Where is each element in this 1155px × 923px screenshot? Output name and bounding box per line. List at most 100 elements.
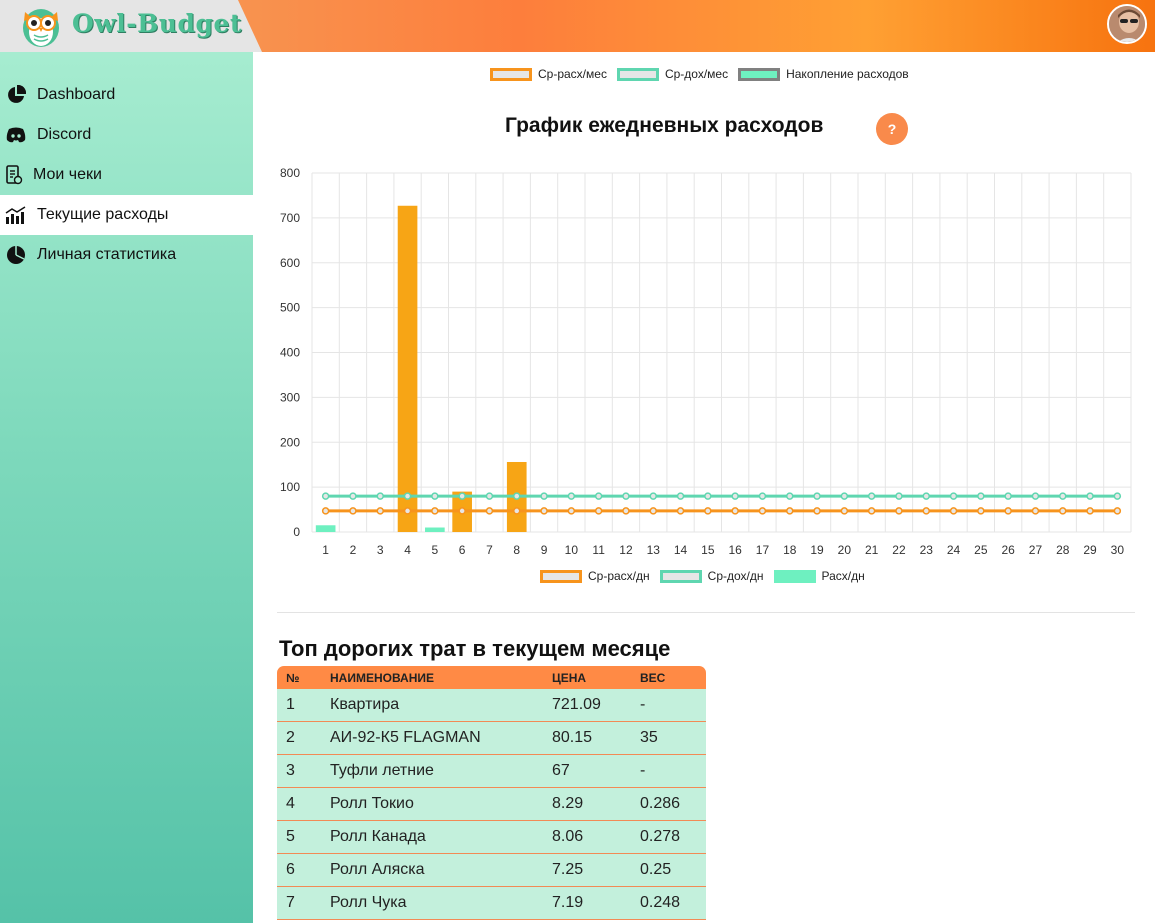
column-header[interactable]: НАИМЕНОВАНИЕ: [330, 671, 552, 685]
y-tick-label: 500: [280, 301, 300, 315]
x-tick-label: 14: [674, 543, 688, 557]
line-point: [321, 507, 330, 515]
daily-expenses-chart: 01002003004005006007008001 2 3 4 5 6 7 8 9 10 11 12…: [280, 166, 1132, 557]
column-header[interactable]: №: [277, 671, 330, 685]
line-point: [458, 507, 466, 515]
line-point: [513, 507, 521, 515]
x-tick-label: 11: [592, 543, 605, 557]
legend-item[interactable]: Ср-дох/мес: [616, 67, 728, 81]
logo-block[interactable]: Owl-Budget: [0, 0, 262, 52]
line-point: [731, 507, 739, 515]
legend-item[interactable]: Накопление расходов: [738, 67, 909, 81]
app-header: Owl-Budget: [0, 0, 1155, 52]
table-row[interactable]: 2 АИ-92-К5 FLAGMAN 80.15 35: [277, 722, 706, 755]
line-point: [977, 507, 985, 515]
row-price: 80.15: [552, 729, 593, 746]
line-point: [403, 507, 412, 515]
x-tick-label: 30: [1111, 543, 1125, 557]
x-tick-label: 1: [322, 543, 329, 557]
x-tick-label: 25: [974, 543, 988, 557]
line-point: [321, 492, 330, 500]
x-tick-label: 20: [838, 543, 852, 557]
table-row[interactable]: 6 Ролл Аляска 7.25 0.25: [277, 854, 706, 887]
line-point: [786, 507, 794, 515]
sidebar-item-discord[interactable]: Discord: [0, 115, 253, 155]
line-point: [949, 492, 958, 500]
legend-item[interactable]: Ср-расх/дн: [540, 569, 650, 583]
row-price: 8.29: [552, 795, 584, 812]
line-point: [786, 492, 794, 500]
sidebar-item-dashboard[interactable]: Dashboard: [0, 75, 253, 115]
legend-swatch: [773, 569, 816, 583]
sidebar-item-personal-stats[interactable]: Личная статистика: [0, 235, 253, 275]
table-header: № НАИМЕНОВАНИЕ ЦЕНА ВЕС: [277, 666, 706, 689]
x-tick-label: 23: [920, 543, 934, 557]
x-tick-label: 2: [350, 543, 357, 557]
row-weight: 0.248: [640, 894, 681, 911]
row-number: 7: [286, 894, 295, 911]
x-tick-label: 4: [404, 543, 411, 557]
table-row[interactable]: 7 Ролл Чука 7.19 0.248: [277, 887, 706, 920]
x-tick-label: 29: [1083, 543, 1097, 557]
x-tick-label: 9: [541, 543, 548, 557]
legend-item[interactable]: Расх/дн: [773, 569, 865, 583]
sidebar-item-receipts[interactable]: Мои чеки: [0, 155, 253, 195]
line-point: [376, 492, 384, 500]
line-point: [458, 492, 466, 500]
row-price: 7.25: [552, 861, 584, 878]
line-point: [1059, 492, 1067, 500]
legend-swatch: [738, 67, 781, 81]
table-row[interactable]: 4 Ролл Токио 8.29 0.286: [277, 788, 706, 821]
owl-logo-icon: [23, 9, 59, 47]
line-point: [431, 492, 439, 500]
sidebar: Dashboard Discord Мои чеки Текущие расхо…: [0, 52, 253, 923]
daily-chart-title: График ежедневных расходов: [505, 114, 824, 137]
table-body: 1 Квартира 721.09-2 АИ-92-К5 FLAGMAN 80.15 35…: [277, 689, 706, 920]
legend-item[interactable]: Ср-дох/дн: [659, 569, 764, 583]
monthly-chart-legend: Ср-расх/мес Ср-дох/мес Накопление расход…: [490, 67, 919, 81]
line-point: [949, 507, 958, 515]
row-name: Ролл Аляска: [330, 861, 425, 878]
column-header[interactable]: ЦЕНА: [552, 671, 640, 685]
bar-chart-icon: [5, 204, 27, 226]
legend-item[interactable]: Ср-расх/мес: [490, 67, 607, 81]
row-number: 2: [286, 729, 295, 746]
x-tick-label: 7: [486, 543, 493, 557]
line-point: [813, 507, 821, 515]
line-point: [1113, 507, 1122, 515]
pie-chart-icon: [5, 84, 27, 106]
line-point: [376, 507, 384, 515]
sidebar-item-current-expenses[interactable]: Текущие расходы: [0, 195, 253, 235]
line-point: [977, 492, 985, 500]
sidebar-item-label: Личная статистика: [37, 246, 177, 263]
x-tick-label: 18: [783, 543, 797, 557]
user-avatar[interactable]: [1107, 4, 1147, 44]
help-button[interactable]: ?: [876, 113, 908, 145]
line-point: [895, 507, 903, 515]
table-row[interactable]: 1 Квартира 721.09 -: [277, 689, 706, 722]
column-header[interactable]: ВЕС: [640, 671, 706, 685]
legend-swatch: [616, 67, 659, 81]
row-weight: -: [640, 762, 646, 779]
x-tick-label: 22: [892, 543, 906, 557]
row-name: Туфли летние: [330, 762, 434, 779]
line-point: [1004, 492, 1012, 500]
line-point: [1059, 507, 1067, 515]
line-point: [867, 492, 876, 500]
y-tick-label: 100: [280, 480, 300, 494]
x-tick-label: 8: [513, 543, 520, 557]
y-tick-label: 600: [280, 256, 300, 270]
discord-icon: [5, 124, 27, 146]
x-tick-label: 15: [701, 543, 715, 557]
line-point: [1004, 507, 1012, 515]
line-point: [485, 492, 494, 500]
line-point: [540, 492, 548, 500]
line-point: [840, 507, 849, 515]
row-price: 8.06: [552, 828, 584, 845]
row-weight: 35: [640, 729, 658, 746]
avatar-image-icon: [1109, 6, 1145, 42]
line-point: [1113, 492, 1122, 500]
x-tick-label: 3: [377, 543, 384, 557]
table-row[interactable]: 5 Ролл Канада 8.06 0.278: [277, 821, 706, 854]
table-row[interactable]: 3 Туфли летние 67 -: [277, 755, 706, 788]
